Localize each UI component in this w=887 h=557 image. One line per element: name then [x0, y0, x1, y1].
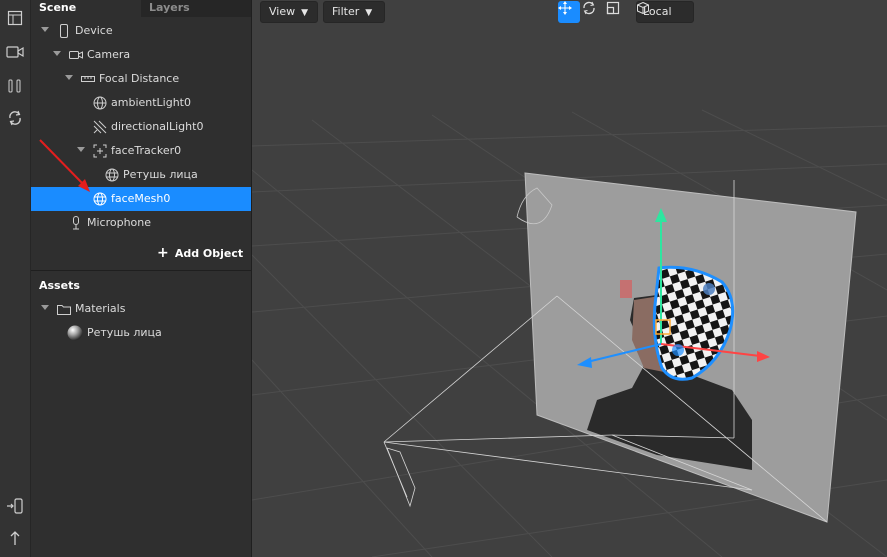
- caret-down-icon[interactable]: [41, 27, 49, 32]
- add-object-label: Add Object: [174, 247, 244, 260]
- tree-item-label: ambientLight0: [111, 96, 191, 109]
- tab-scene[interactable]: Scene: [31, 0, 141, 17]
- filter-dropdown[interactable]: Filter ▼: [323, 1, 385, 23]
- layout-icon[interactable]: [3, 6, 27, 30]
- globe-light-icon: [93, 96, 107, 110]
- mesh-globe-icon: [105, 168, 119, 182]
- pause-bars-icon[interactable]: [3, 74, 27, 98]
- scene-panel: Scene Layers Device Camera Focal Distanc…: [31, 0, 252, 557]
- scene-viewport[interactable]: View ▼ Filter ▼ Local: [252, 0, 887, 557]
- caret-down-icon[interactable]: [65, 75, 73, 80]
- chevron-down-icon: ▼: [301, 8, 309, 18]
- tree-item-face-mesh[interactable]: faceMesh0: [31, 187, 251, 211]
- tree-item-label: directionalLight0: [111, 120, 204, 133]
- face-tracker-icon: [93, 144, 107, 158]
- tree-item-label: faceMesh0: [111, 192, 171, 205]
- tree-item-ambient-light[interactable]: ambientLight0: [31, 91, 251, 115]
- add-object-button[interactable]: + Add Object: [157, 246, 243, 262]
- move-icon: [558, 1, 572, 15]
- move-tool-button[interactable]: [558, 1, 580, 23]
- focal-distance-icon: [81, 72, 95, 86]
- tree-item-label: Device: [75, 24, 113, 37]
- microphone-icon: [69, 216, 83, 230]
- scale-tool-button[interactable]: [606, 1, 628, 23]
- material-sphere-icon: [67, 325, 83, 341]
- plus-icon: +: [157, 245, 169, 261]
- assets-header: Assets: [31, 270, 251, 298]
- caret-down-icon[interactable]: [53, 51, 61, 56]
- folder-icon: [57, 302, 71, 316]
- tree-item-label: Ретушь лица: [123, 168, 198, 181]
- chevron-down-icon: ▼: [365, 8, 373, 18]
- tree-item-microphone[interactable]: Microphone: [31, 211, 251, 235]
- scale-icon: [606, 1, 620, 15]
- device-icon: [57, 24, 71, 38]
- tree-item-focal-distance[interactable]: Focal Distance: [31, 67, 251, 91]
- caret-down-icon[interactable]: [41, 305, 49, 310]
- asset-item-label: Ретушь лица: [87, 326, 162, 339]
- mesh-globe-icon: [93, 192, 107, 206]
- camera-icon: [69, 48, 83, 62]
- tree-item-label: faceTracker0: [111, 144, 182, 157]
- rotate-icon: [583, 1, 595, 15]
- asset-item-label: Materials: [75, 302, 126, 315]
- tree-item-retouch-mesh[interactable]: Ретушь лица: [31, 163, 251, 187]
- asset-item-materials[interactable]: Materials: [31, 297, 251, 321]
- view-dropdown-label: View: [269, 5, 296, 18]
- tree-item-label: Focal Distance: [99, 72, 180, 85]
- video-icon[interactable]: [3, 40, 27, 64]
- tree-item-label: Camera: [87, 48, 131, 61]
- tree-item-face-tracker[interactable]: faceTracker0: [31, 139, 251, 163]
- caret-down-icon[interactable]: [77, 147, 85, 152]
- filter-dropdown-label: Filter: [332, 5, 360, 18]
- cube-icon: [637, 2, 649, 14]
- directional-light-icon: [93, 120, 107, 134]
- local-space-toggle[interactable]: Local: [636, 1, 694, 23]
- rotate-tool-button[interactable]: [582, 1, 604, 23]
- tree-item-label: Microphone: [87, 216, 152, 229]
- left-toolbar: [0, 0, 31, 557]
- viewport-canvas[interactable]: [252, 0, 887, 557]
- tree-item-camera[interactable]: Camera: [31, 43, 251, 67]
- panel-tabs: Scene Layers: [31, 0, 251, 17]
- tree-item-device[interactable]: Device: [31, 19, 251, 43]
- refresh-icon[interactable]: [3, 106, 27, 130]
- tab-layers[interactable]: Layers: [141, 0, 251, 17]
- asset-item-material[interactable]: Ретушь лица: [31, 321, 251, 345]
- upload-icon[interactable]: [3, 526, 27, 550]
- view-dropdown[interactable]: View ▼: [260, 1, 318, 23]
- send-to-device-icon[interactable]: [3, 494, 27, 518]
- tree-item-directional-light[interactable]: directionalLight0: [31, 115, 251, 139]
